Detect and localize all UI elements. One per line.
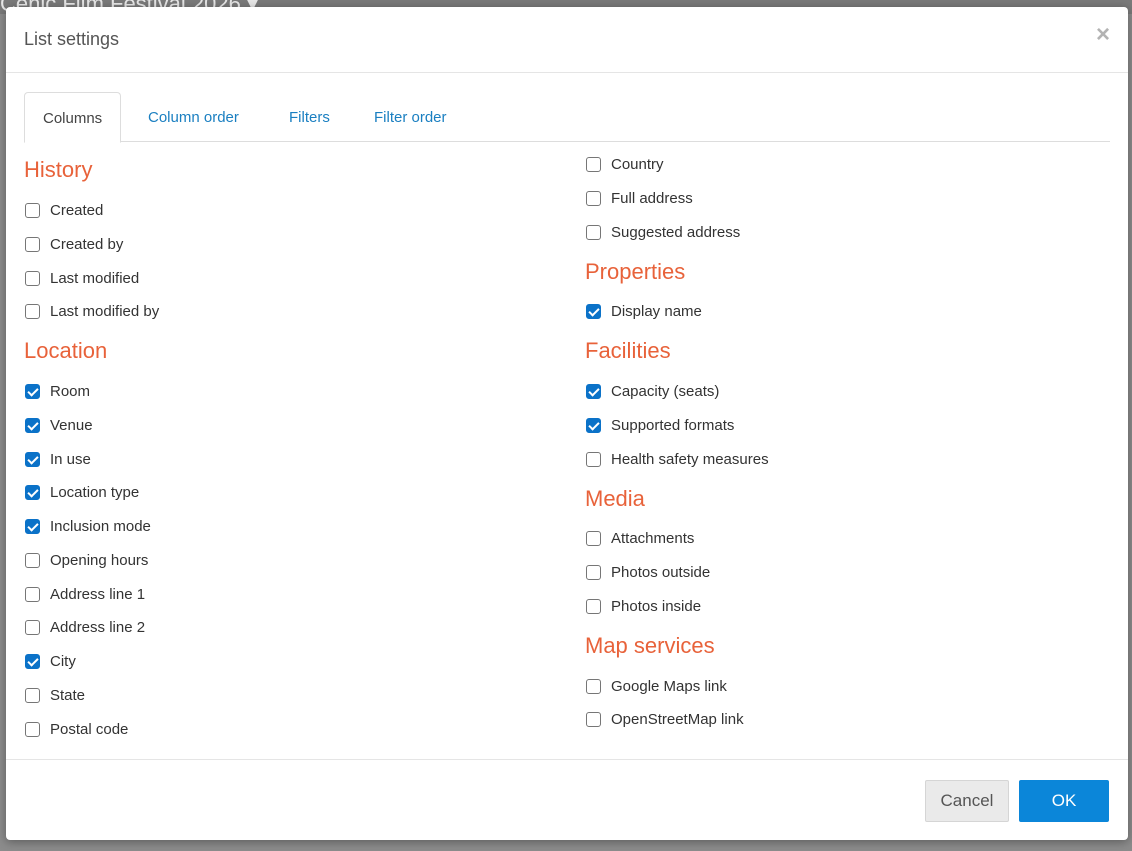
checkbox-box[interactable] (586, 598, 601, 614)
checkbox-box[interactable] (25, 484, 40, 500)
checkbox-postal-code[interactable]: Postal code (25, 717, 128, 741)
checkbox-box[interactable] (586, 383, 601, 399)
tab-bar: Columns Column order Filters Filter orde… (24, 92, 1110, 143)
section-title-media: Media (585, 486, 645, 511)
checkbox-created-by[interactable]: Created by (25, 232, 123, 256)
checkbox-full-address[interactable]: Full address (586, 186, 693, 210)
checkbox-box[interactable] (25, 236, 40, 252)
cancel-button[interactable]: Cancel (925, 780, 1009, 822)
list-settings-modal: List settings × Columns Column order Fil… (6, 7, 1128, 840)
checkbox-box[interactable] (586, 564, 601, 580)
checkbox-google-maps-link[interactable]: Google Maps link (586, 674, 727, 698)
section-title-location: Location (24, 338, 108, 363)
checkbox-box[interactable] (586, 451, 601, 467)
checkbox-box[interactable] (586, 711, 601, 727)
checkbox-box[interactable] (586, 417, 601, 433)
checkbox-last-modified-by[interactable]: Last modified by (25, 299, 159, 323)
tab-filters[interactable]: Filters (271, 92, 348, 142)
checkbox-in-use[interactable]: In use (25, 447, 91, 471)
checkbox-box[interactable] (25, 383, 40, 399)
tab-columns[interactable]: Columns (24, 92, 122, 143)
columns-panel: History Created Created by Last modified… (6, 147, 1128, 759)
checkbox-box[interactable] (25, 586, 40, 602)
checkbox-room[interactable]: Room (25, 379, 90, 403)
modal-title: List settings (24, 29, 120, 49)
checkbox-city[interactable]: City (25, 649, 76, 673)
checkbox-box[interactable] (25, 202, 40, 218)
section-title-map-services: Map services (585, 633, 715, 658)
checkbox-address-line-1[interactable]: Address line 1 (25, 582, 145, 606)
checkbox-photos-inside[interactable]: Photos inside (586, 594, 701, 618)
modal-footer: Cancel OK (6, 759, 1128, 840)
checkbox-box[interactable] (25, 687, 40, 703)
close-icon[interactable]: × (1096, 23, 1110, 47)
checkbox-box[interactable] (25, 270, 40, 286)
checkbox-attachments[interactable]: Attachments (586, 526, 694, 550)
checkbox-address-line-2[interactable]: Address line 2 (25, 615, 145, 639)
checkbox-state[interactable]: State (25, 683, 85, 707)
tab-column-order[interactable]: Column order (130, 92, 257, 142)
checkbox-box[interactable] (586, 190, 601, 206)
checkbox-box[interactable] (586, 224, 601, 240)
checkbox-suggested-address[interactable]: Suggested address (586, 220, 740, 244)
checkbox-box[interactable] (25, 451, 40, 467)
checkbox-opening-hours[interactable]: Opening hours (25, 548, 148, 572)
checkbox-box[interactable] (586, 156, 601, 172)
checkbox-health-safety-measures[interactable]: Health safety measures (586, 447, 769, 471)
checkbox-supported-formats[interactable]: Supported formats (586, 413, 734, 437)
checkbox-box[interactable] (586, 303, 601, 319)
checkbox-box[interactable] (25, 552, 40, 568)
checkbox-capacity-seats[interactable]: Capacity (seats) (586, 379, 719, 403)
checkbox-box[interactable] (25, 653, 40, 669)
checkbox-box[interactable] (586, 678, 601, 694)
checkbox-box[interactable] (586, 530, 601, 546)
section-title-facilities: Facilities (585, 338, 671, 363)
checkbox-last-modified[interactable]: Last modified (25, 266, 139, 290)
section-title-history: History (24, 157, 93, 182)
checkbox-box[interactable] (25, 721, 40, 737)
checkbox-box[interactable] (25, 417, 40, 433)
checkbox-box[interactable] (25, 619, 40, 635)
modal-header: List settings × (6, 7, 1128, 73)
ok-button[interactable]: OK (1019, 780, 1109, 822)
checkbox-country[interactable]: Country (586, 152, 664, 176)
checkbox-created[interactable]: Created (25, 198, 103, 222)
checkbox-box[interactable] (25, 303, 40, 319)
checkbox-inclusion-mode[interactable]: Inclusion mode (25, 514, 151, 538)
checkbox-box[interactable] (25, 518, 40, 534)
checkbox-display-name[interactable]: Display name (586, 299, 702, 323)
checkbox-openstreetmap-link[interactable]: OpenStreetMap link (586, 707, 744, 731)
checkbox-venue[interactable]: Venue (25, 413, 93, 437)
tab-filter-order[interactable]: Filter order (356, 92, 465, 142)
checkbox-location-type[interactable]: Location type (25, 480, 139, 504)
section-title-properties: Properties (585, 259, 686, 284)
checkbox-photos-outside[interactable]: Photos outside (586, 560, 710, 584)
